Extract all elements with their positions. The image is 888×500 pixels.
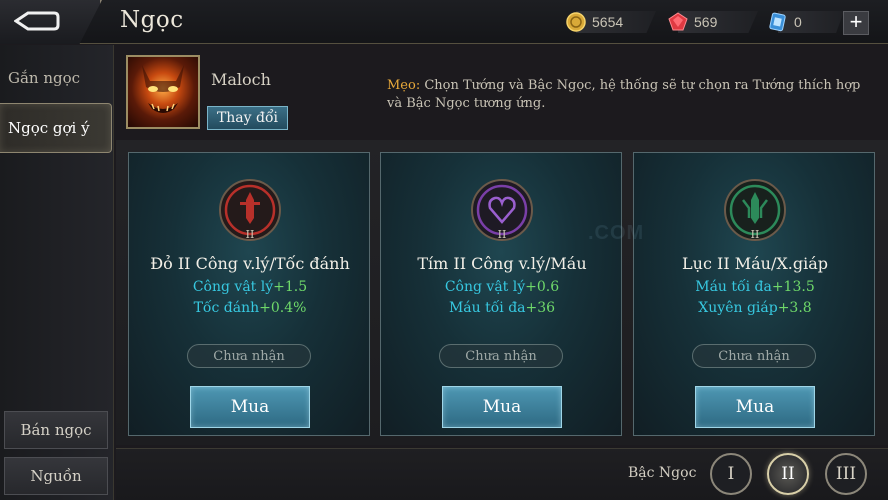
gem-stat-1: Máu tối đa+13.5	[695, 279, 815, 295]
gem-card-purple: II Tím II Công v.lý/Máu Công vật lý+0.6 …	[380, 152, 622, 436]
gem-stat-1: Công vật lý+0.6	[444, 279, 560, 295]
tier-button-2[interactable]: II	[767, 453, 809, 495]
gem-title: Đỏ II Công v.lý/Tốc đánh	[150, 254, 350, 273]
buy-button[interactable]: Mua	[442, 386, 562, 428]
ruby-currency: 569	[668, 11, 758, 33]
gem-stat-1: Công vật lý+1.5	[192, 279, 308, 295]
tab-attach-gem[interactable]: Gắn ngọc	[0, 53, 112, 103]
back-arrow-icon	[14, 11, 60, 31]
sell-gem-button[interactable]: Bán ngọc	[4, 411, 108, 449]
gold-currency: 5654	[566, 11, 656, 33]
gold-amount: 5654	[592, 14, 624, 30]
back-button[interactable]	[0, 0, 102, 44]
hero-name: Maloch	[211, 70, 271, 89]
buy-button[interactable]: Mua	[190, 386, 310, 428]
gem-title: Lục II Máu/X.giáp	[682, 254, 828, 273]
source-button[interactable]: Nguồn	[4, 457, 108, 495]
red-gem-emblem: II	[218, 178, 282, 242]
tier-button-3[interactable]: III	[825, 453, 867, 495]
gem-card-red: II Đỏ II Công v.lý/Tốc đánh Công vật lý+…	[128, 152, 370, 436]
tip-text: Mẹo: Chọn Tướng và Bậc Ngọc, hệ thống sẽ…	[387, 77, 867, 113]
change-hero-button[interactable]: Thay đổi	[207, 106, 288, 130]
tab-suggested-gem[interactable]: Ngọc gợi ý	[0, 103, 112, 153]
gem-title: Tím II Công v.lý/Máu	[417, 254, 587, 273]
voucher-currency: 0	[768, 11, 844, 33]
gem-tier-label: II	[245, 228, 255, 241]
sidebar: Gắn ngọc Ngọc gợi ý Bán ngọc Nguồn	[0, 45, 114, 500]
status-badge: Chưa nhận	[692, 344, 816, 368]
green-gem-emblem: II	[723, 178, 787, 242]
gem-stat-2: Xuyên giáp+3.8	[698, 300, 812, 316]
buy-button[interactable]: Mua	[695, 386, 815, 428]
hero-portrait[interactable]	[126, 55, 200, 129]
gem-card-green: II Lục II Máu/X.giáp Máu tối đa+13.5 Xuy…	[633, 152, 875, 436]
watermark: .COM	[588, 222, 645, 244]
gem-tier-label: II	[497, 228, 507, 241]
page-title: Ngọc	[120, 7, 184, 33]
voucher-card-icon	[769, 12, 786, 32]
top-bar: Ngọc 5654 569 0 +	[0, 0, 888, 44]
status-badge: Chưa nhận	[439, 344, 563, 368]
tier-button-1[interactable]: I	[710, 453, 752, 495]
status-badge: Chưa nhận	[187, 344, 311, 368]
gem-stat-2: Tốc đánh+0.4%	[193, 300, 307, 316]
gold-coin-icon	[566, 12, 586, 32]
add-currency-button[interactable]: +	[843, 11, 869, 35]
purple-gem-emblem: II	[470, 178, 534, 242]
gem-tier-label: II	[750, 228, 760, 241]
gem-stat-2: Máu tối đa+36	[448, 300, 556, 316]
tip-body: Chọn Tướng và Bậc Ngọc, hệ thống sẽ tự c…	[387, 78, 861, 111]
tier-selector-label: Bậc Ngọc	[628, 465, 697, 481]
ruby-amount: 569	[694, 14, 718, 30]
voucher-amount: 0	[794, 14, 802, 30]
hero-avatar	[142, 65, 184, 113]
ruby-gem-icon	[668, 12, 688, 31]
tip-label: Mẹo:	[387, 78, 421, 93]
